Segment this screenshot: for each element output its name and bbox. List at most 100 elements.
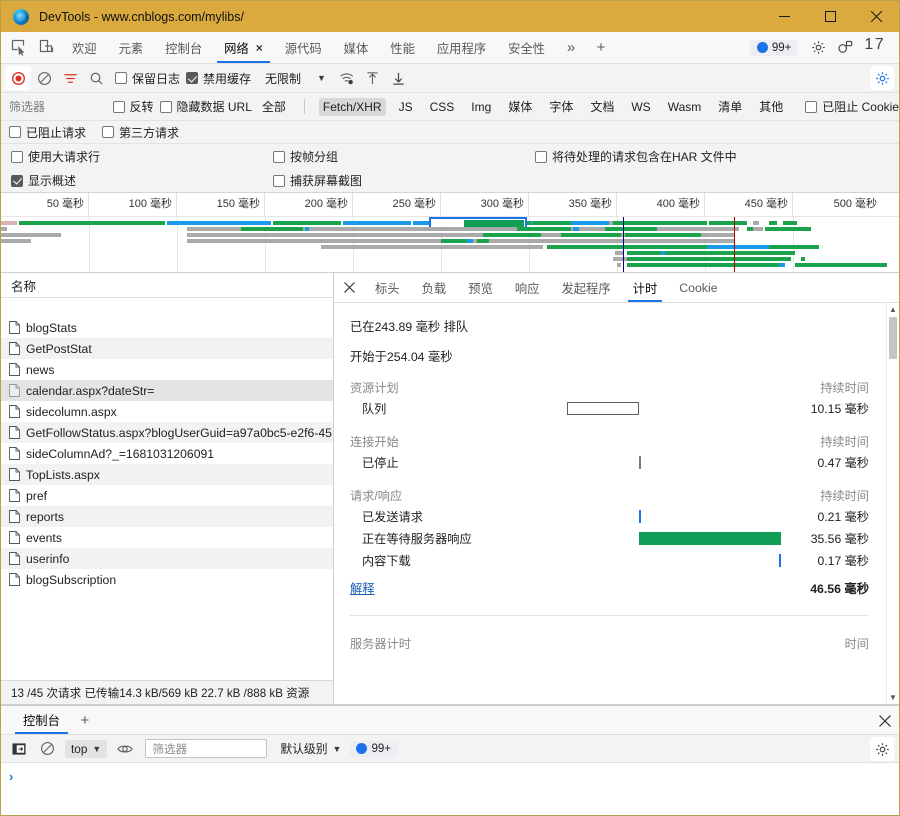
network-overview[interactable]: 50 毫秒 100 毫秒 150 毫秒 200 毫秒 250 毫秒 300 毫秒… xyxy=(1,193,899,273)
explanation-link[interactable]: 解释 xyxy=(350,579,375,597)
table-row[interactable]: userinfo xyxy=(1,548,333,569)
filter-type-img[interactable]: Img xyxy=(467,98,495,116)
group-by-frame-checkbox[interactable]: 按帧分组 xyxy=(273,148,338,165)
drawer-tab-console[interactable]: 控制台 xyxy=(13,706,70,734)
table-row[interactable]: events xyxy=(1,527,333,548)
tab-security[interactable]: 安全性 xyxy=(497,32,556,63)
filter-type-js[interactable]: JS xyxy=(395,98,417,116)
drawer-add-tab-icon[interactable]: + xyxy=(70,706,100,734)
checkbox-box[interactable] xyxy=(102,126,115,138)
scroll-down-arrow-icon[interactable]: ▼ xyxy=(887,691,899,704)
issues-badge[interactable]: 99+ xyxy=(749,39,799,56)
clear-icon[interactable] xyxy=(31,66,57,90)
console-sidebar-icon[interactable] xyxy=(6,737,32,761)
console-filter-input[interactable]: 筛选器 xyxy=(145,739,268,758)
table-row[interactable]: GetPostStat xyxy=(1,338,333,359)
network-conditions-icon[interactable] xyxy=(334,66,360,90)
checkbox-box[interactable] xyxy=(11,174,23,187)
tab-welcome[interactable]: 欢迎 xyxy=(61,32,108,63)
checkbox-box[interactable] xyxy=(159,100,172,113)
table-row[interactable]: sideColumnAd?_=1681031206091 xyxy=(1,443,333,464)
tab-network[interactable]: 网络 × xyxy=(213,32,274,63)
hide-data-urls-checkbox[interactable]: 隐藏数据 URL xyxy=(159,98,252,115)
table-row[interactable]: GetFollowStatus.aspx?blogUserGuid=a97a0b… xyxy=(1,422,333,443)
table-row[interactable]: blogSubscription xyxy=(1,569,333,590)
search-icon[interactable] xyxy=(83,66,109,90)
tab-close-icon[interactable]: × xyxy=(256,41,263,55)
filter-type-doc[interactable]: 文档 xyxy=(586,96,618,117)
minimize-button[interactable] xyxy=(761,1,807,32)
table-row[interactable]: pref xyxy=(1,485,333,506)
filter-type-manifest[interactable]: 清单 xyxy=(714,96,746,117)
checkbox-box[interactable] xyxy=(112,100,125,113)
table-row-selected[interactable]: calendar.aspx?dateStr= xyxy=(1,380,333,401)
scroll-up-arrow-icon[interactable]: ▲ xyxy=(887,303,899,316)
big-request-rows-checkbox[interactable]: 使用大请求行 xyxy=(11,148,100,165)
table-row[interactable]: reports xyxy=(1,506,333,527)
more-tabs-icon[interactable]: » xyxy=(556,32,586,63)
gear-icon[interactable] xyxy=(804,40,832,55)
tab-console[interactable]: 控制台 xyxy=(154,32,213,63)
export-har-icon[interactable] xyxy=(386,66,412,90)
table-row[interactable]: TopLists.aspx xyxy=(1,464,333,485)
filter-type-fetch-xhr[interactable]: Fetch/XHR xyxy=(318,97,386,116)
overview-waterfall[interactable] xyxy=(1,217,899,272)
log-level-selector[interactable]: 默认级别 ▼ xyxy=(280,740,341,757)
checkbox-box[interactable] xyxy=(805,100,818,113)
tab-timing[interactable]: 计时 xyxy=(622,273,669,302)
checkbox-box[interactable] xyxy=(273,174,285,187)
checkbox-box[interactable] xyxy=(11,150,23,163)
close-button[interactable] xyxy=(853,1,899,32)
table-row[interactable]: news xyxy=(1,359,333,380)
tab-sources[interactable]: 源代码 xyxy=(274,32,333,63)
checkbox-box[interactable] xyxy=(186,72,199,84)
tab-performance[interactable]: 性能 xyxy=(379,32,426,63)
network-settings-gear-icon[interactable] xyxy=(870,66,894,90)
device-toolbar-icon[interactable] xyxy=(33,32,61,63)
filter-type-other[interactable]: 其他 xyxy=(755,96,787,117)
console-settings-gear-icon[interactable] xyxy=(870,737,894,761)
import-har-icon[interactable] xyxy=(360,66,386,90)
tab-cookies[interactable]: Cookie xyxy=(668,273,728,302)
console-input-area[interactable]: › xyxy=(1,763,899,815)
checkbox-box[interactable] xyxy=(273,150,285,163)
checkbox-box[interactable] xyxy=(535,150,547,163)
filter-type-css[interactable]: CSS xyxy=(426,98,459,116)
more-options-icon[interactable]: 17 xyxy=(860,36,893,60)
detail-close-icon[interactable] xyxy=(334,273,364,302)
blocked-requests-checkbox[interactable]: 已阻止请求 xyxy=(9,124,86,141)
filter-type-font[interactable]: 字体 xyxy=(545,96,577,117)
drawer-close-icon[interactable] xyxy=(879,706,891,735)
filter-type-all[interactable]: 全部 xyxy=(258,96,290,117)
preserve-log-checkbox[interactable]: 保留日志 xyxy=(115,70,180,87)
blocked-cookies-checkbox[interactable]: 已阻止 Cookie xyxy=(805,98,899,115)
scroll-thumb[interactable] xyxy=(889,317,897,359)
filter-input[interactable]: 筛选器 xyxy=(9,98,107,115)
tab-elements[interactable]: 元素 xyxy=(108,32,155,63)
third-party-requests-checkbox[interactable]: 第三方请求 xyxy=(102,124,179,141)
record-stop-icon[interactable] xyxy=(5,66,31,90)
customize-icon[interactable] xyxy=(832,40,860,55)
add-tab-icon[interactable]: + xyxy=(586,32,616,63)
execution-context-selector[interactable]: top ▼ xyxy=(65,739,108,758)
tab-preview[interactable]: 预览 xyxy=(457,273,504,302)
request-list-header[interactable]: 名称 xyxy=(1,273,333,298)
request-list[interactable]: blogStats GetPostStat news calendar.aspx… xyxy=(1,298,333,680)
invert-checkbox[interactable]: 反转 xyxy=(112,98,154,115)
console-issues-badge[interactable]: 99+ xyxy=(349,740,398,757)
clear-console-icon[interactable] xyxy=(34,737,60,761)
tab-media[interactable]: 媒体 xyxy=(333,32,380,63)
inspect-element-icon[interactable] xyxy=(5,32,33,63)
include-pending-har-checkbox[interactable]: 将待处理的请求包含在HAR 文件中 xyxy=(535,148,737,165)
filter-type-wasm[interactable]: Wasm xyxy=(664,98,706,116)
tab-payload[interactable]: 负载 xyxy=(411,273,458,302)
capture-screenshots-checkbox[interactable]: 捕获屏幕截图 xyxy=(273,172,362,189)
tab-application[interactable]: 应用程序 xyxy=(426,32,497,63)
tab-response[interactable]: 响应 xyxy=(504,273,551,302)
checkbox-box[interactable] xyxy=(115,72,127,84)
tab-initiator[interactable]: 发起程序 xyxy=(550,273,621,302)
checkbox-box[interactable] xyxy=(9,126,21,138)
disable-cache-checkbox[interactable]: 禁用缓存 xyxy=(186,70,251,87)
live-expression-icon[interactable] xyxy=(112,737,138,761)
table-row[interactable]: blogStats xyxy=(1,317,333,338)
